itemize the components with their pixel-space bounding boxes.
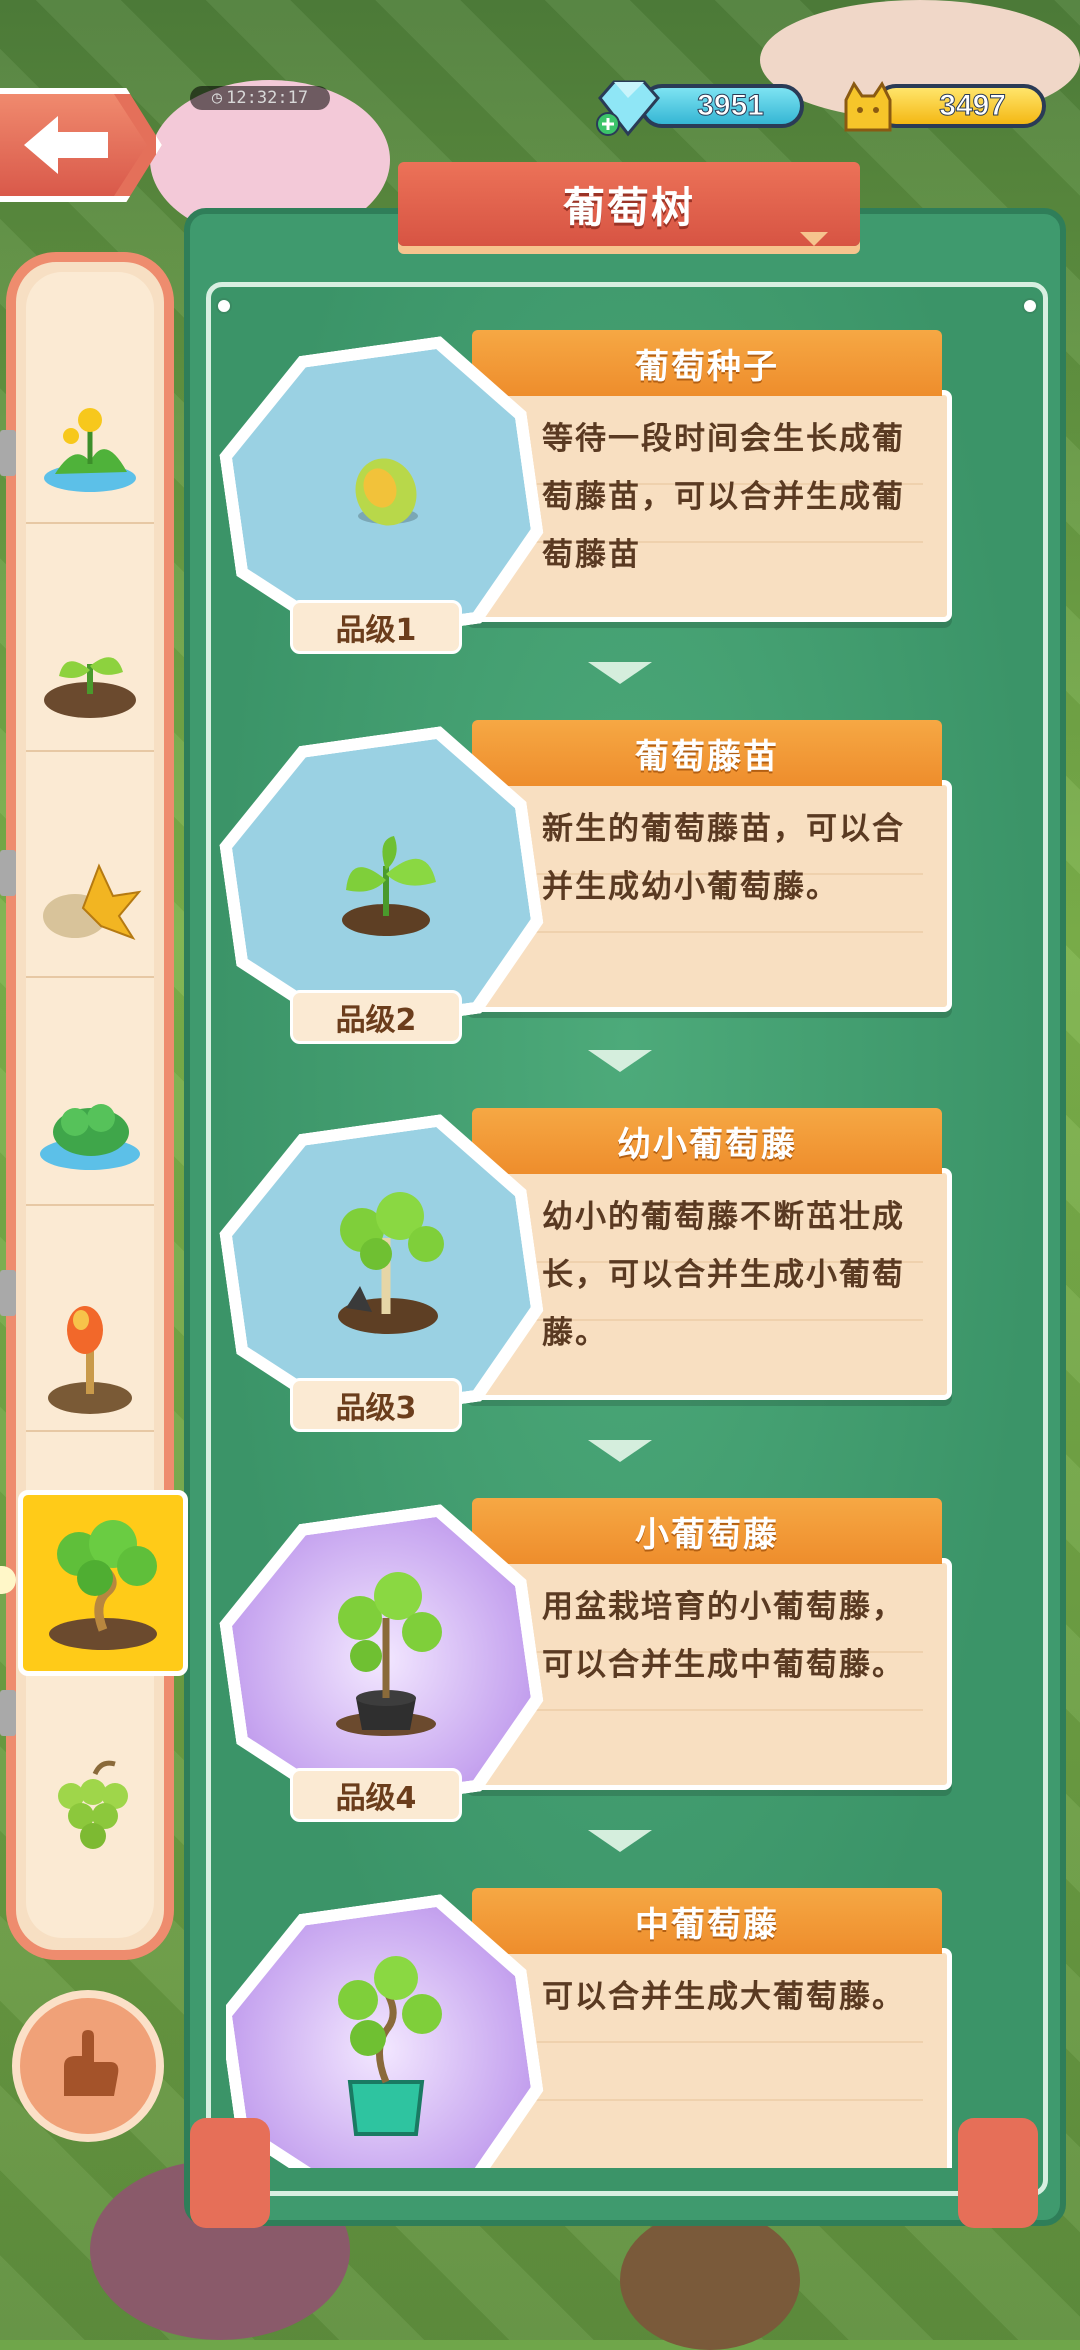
item-grade-badge: 品级4 [290,1768,462,1822]
item-name-tab: 小葡萄藤 [472,1498,942,1564]
item-name-tab: 中葡萄藤 [472,1888,942,1954]
panel-corner-decoration [190,2118,270,2228]
category-tab-2[interactable] [26,600,154,752]
gold-count: 3497 [939,89,1007,123]
item-description: 等待一段时间会生长成葡萄藤苗，可以合并生成葡萄藤苗 [542,421,905,573]
chevron-down-icon [588,1050,652,1072]
gold-counter[interactable]: 3497 [874,84,1046,128]
young-grapevine-icon [338,1192,444,1334]
item-name-tab: 葡萄藤苗 [472,720,942,786]
panel-title: 葡萄树 [562,182,695,232]
gold-cat-coin-icon [844,81,892,132]
clock-icon: ◷ [211,88,223,108]
codex-item[interactable]: 葡萄藤苗 新生的葡萄藤苗，可以合并生成幼小葡萄藤。 品级2 [226,720,1012,1020]
orange-bulb-plant-icon [48,1306,132,1414]
category-tab-6[interactable] [18,1490,188,1676]
dog-character-deco [620,2210,800,2350]
item-name: 葡萄藤苗 [635,736,779,777]
codex-item[interactable]: 小葡萄藤 用盆栽培育的小葡萄藤，可以合并生成中葡萄藤。 品级4 [226,1498,1012,1798]
category-tab-4[interactable] [26,1054,154,1206]
item-grade-badge: 品级1 [290,600,462,654]
item-description: 可以合并生成大葡萄藤。 [542,1979,905,2015]
codex-item[interactable]: 中葡萄藤 可以合并生成大葡萄藤。 [226,1888,1012,2168]
panel-title-banner: 葡萄树 [398,162,860,246]
item-name: 中葡萄藤 [635,1904,779,1945]
item-name-tab: 幼小葡萄藤 [472,1108,942,1174]
sidebar-clip [0,1270,16,1316]
bush-pond-icon [40,1104,140,1170]
grape-sprout-icon [342,836,436,936]
arrow-left-icon [24,116,108,174]
gem-counter[interactable]: 3951 [640,84,804,128]
clock-time: 12:32:17 [226,88,309,108]
diamond-gem-icon[interactable] [590,76,664,138]
gem-count: 3951 [697,89,765,123]
item-name: 小葡萄藤 [635,1514,779,1555]
item-description: 幼小的葡萄藤不断茁壮成长，可以合并生成小葡萄藤。 [542,1199,905,1351]
category-tab-7[interactable] [26,1730,154,1880]
grape-seed-icon [355,458,418,526]
sidebar-clip [0,1690,16,1736]
item-name: 幼小葡萄藤 [617,1124,797,1165]
title-ribbon-notch [800,232,828,246]
item-name: 葡萄种子 [635,346,779,387]
item-description: 用盆栽培育的小葡萄藤，可以合并生成中葡萄藤。 [542,1589,905,1683]
medium-grapevine-icon [338,1956,442,2136]
codex-item[interactable]: 幼小葡萄藤 幼小的葡萄藤不断茁壮成长，可以合并生成小葡萄藤。 品级3 [226,1108,1012,1408]
item-name-tab: 葡萄种子 [472,330,942,396]
autumn-leaf-rock-icon [43,863,142,940]
potted-small-grapevine-icon [336,1572,442,1736]
sidebar-clip [0,850,16,896]
category-tab-3[interactable] [26,826,154,978]
panel-corner-decoration [958,2118,1038,2228]
codex-item[interactable]: 葡萄种子 等待一段时间会生长成葡萄藤苗，可以合并生成葡萄藤苗 品级1 [226,330,1012,630]
yellow-flower-plant-icon [44,408,136,492]
category-tab-1[interactable] [26,372,154,524]
panel-rivet [216,298,232,314]
chevron-down-icon [588,662,652,684]
status-clock: ◷ 12:32:17 [190,86,330,110]
panel-rivet [1022,298,1038,314]
green-grapes-icon [58,1760,128,1849]
pointing-hand-icon [64,2030,119,2096]
sidebar-clip [0,430,16,476]
item-description: 新生的葡萄藤苗，可以合并生成幼小葡萄藤。 [542,811,905,905]
category-tab-5[interactable] [26,1280,154,1432]
seedling-sprout-icon [44,657,136,718]
item-grade-badge: 品级3 [290,1378,462,1432]
pointer-hand-button[interactable] [12,1990,164,2142]
chevron-down-icon [588,1830,652,1852]
chevron-down-icon [588,1440,652,1462]
item-grade-badge: 品级2 [290,990,462,1044]
grape-tree-icon [49,1520,157,1650]
